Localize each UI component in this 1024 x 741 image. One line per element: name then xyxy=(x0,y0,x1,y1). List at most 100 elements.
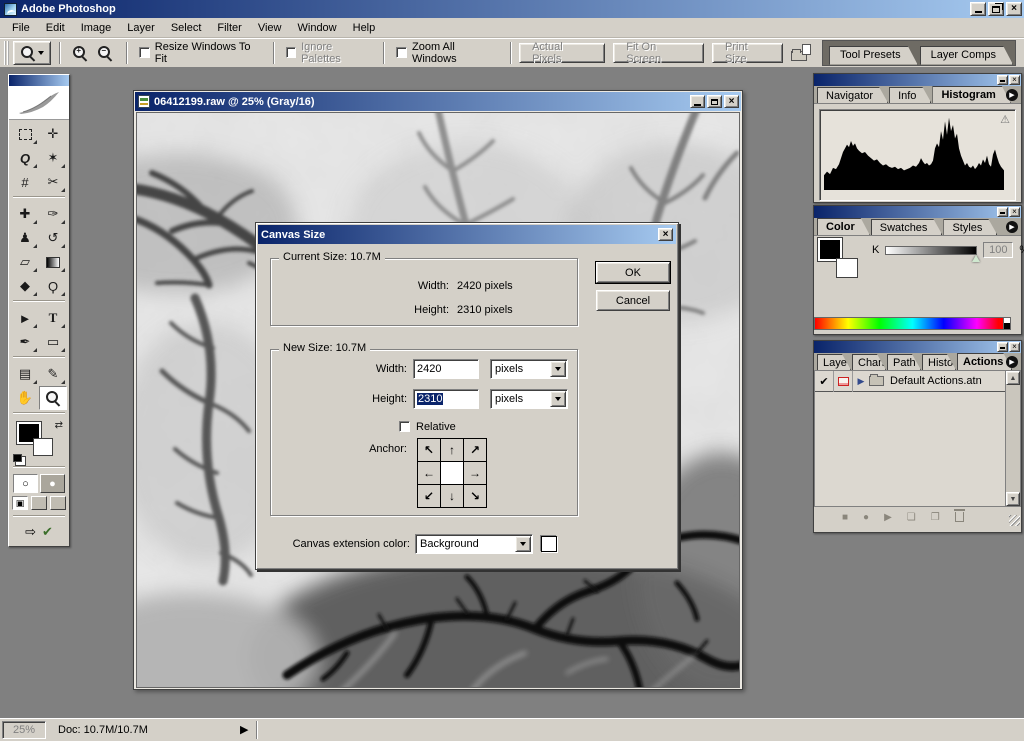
standard-screen-button[interactable]: ▣ xyxy=(12,496,28,510)
record-button[interactable]: ● xyxy=(863,512,869,523)
menu-select[interactable]: Select xyxy=(163,20,210,36)
tab-channels[interactable]: Chan xyxy=(852,354,886,370)
ok-button[interactable]: OK xyxy=(596,262,670,283)
tab-layer-comps[interactable]: Layer Comps xyxy=(920,46,1013,65)
cancel-button[interactable]: Cancel xyxy=(596,290,670,311)
palette-minimize-button[interactable] xyxy=(997,75,1008,85)
scroll-up-button[interactable]: ▲ xyxy=(1006,371,1020,385)
fullscreen-button[interactable] xyxy=(50,496,66,510)
document-titlebar[interactable]: 06412199.raw @ 25% (Gray/16) × xyxy=(135,92,741,111)
tool-magic-wand[interactable]: ✶ xyxy=(39,146,67,170)
delete-button[interactable] xyxy=(955,512,964,522)
minimize-button[interactable] xyxy=(970,2,986,16)
status-menu-arrow[interactable]: ▶ xyxy=(240,723,248,736)
palette-titlebar[interactable]: × xyxy=(814,74,1021,86)
zoom-all-windows-checkbox[interactable]: Zoom All Windows xyxy=(396,41,498,65)
quick-mask-mode-button[interactable]: ● xyxy=(40,474,65,493)
action-set-row[interactable]: ✔ ▶ Default Actions.atn xyxy=(815,371,1005,392)
doc-close-button[interactable]: × xyxy=(724,95,739,108)
dropdown-arrow-button[interactable] xyxy=(550,391,566,407)
palette-titlebar[interactable]: × xyxy=(814,206,1021,218)
tool-preset-picker[interactable] xyxy=(13,41,51,65)
warning-icon[interactable]: ⚠ xyxy=(1000,113,1010,126)
palette-minimize-button[interactable] xyxy=(997,207,1008,217)
palette-menu-button[interactable]: ▶ xyxy=(1006,356,1018,368)
tool-healing-brush[interactable]: ✚ xyxy=(11,202,39,226)
dropdown-arrow-button[interactable] xyxy=(550,361,566,377)
tab-tool-presets[interactable]: Tool Presets xyxy=(829,46,918,65)
tool-type[interactable]: T xyxy=(39,306,67,330)
anchor-center[interactable] xyxy=(441,462,464,485)
swap-colors-icon[interactable]: ⇄ xyxy=(55,420,63,431)
menu-filter[interactable]: Filter xyxy=(209,20,249,36)
restore-button[interactable] xyxy=(988,2,1004,16)
tab-histogram[interactable]: Histogram xyxy=(932,86,1010,103)
width-unit-dropdown[interactable]: pixels xyxy=(490,359,568,379)
tool-move[interactable]: ✛ xyxy=(39,122,67,146)
anchor-bottom-right[interactable]: ↘ xyxy=(464,485,487,508)
anchor-top-left[interactable]: ↖ xyxy=(418,439,441,462)
anchor-right[interactable]: → xyxy=(464,462,487,485)
tool-pen[interactable]: ✒ xyxy=(11,330,39,354)
actions-scrollbar[interactable]: ▲ ▼ xyxy=(1005,371,1020,506)
close-button[interactable]: × xyxy=(1006,2,1022,16)
k-slider[interactable] xyxy=(885,246,977,255)
tool-rect-marquee[interactable] xyxy=(11,122,39,146)
menu-image[interactable]: Image xyxy=(73,20,120,36)
k-value-field[interactable]: 100 xyxy=(983,242,1013,258)
default-colors-icon[interactable] xyxy=(13,454,22,462)
height-unit-dropdown[interactable]: pixels xyxy=(490,389,568,409)
tool-path-select[interactable]: ► xyxy=(11,306,39,330)
anchor-left[interactable]: ← xyxy=(418,462,441,485)
toggle-dialog-checkbox[interactable] xyxy=(834,371,853,392)
stop-button[interactable]: ■ xyxy=(842,512,848,523)
tab-info[interactable]: Info xyxy=(889,87,931,103)
file-browser-icon[interactable] xyxy=(791,44,812,62)
palette-titlebar[interactable]: × xyxy=(814,341,1021,353)
tool-zoom[interactable] xyxy=(39,386,67,410)
palette-close-button[interactable]: × xyxy=(1009,75,1020,85)
menu-window[interactable]: Window xyxy=(290,20,345,36)
anchor-top[interactable]: ↑ xyxy=(441,439,464,462)
tool-crop[interactable]: # xyxy=(11,170,39,194)
new-set-button[interactable]: ❏ xyxy=(907,512,916,523)
new-height-input[interactable]: 2310 xyxy=(413,389,479,409)
background-color-swatch[interactable] xyxy=(836,258,858,278)
play-button[interactable]: ▶ xyxy=(884,512,892,523)
menu-view[interactable]: View xyxy=(250,20,290,36)
color-ramp[interactable] xyxy=(814,317,1011,330)
tab-swatches[interactable]: Swatches xyxy=(871,219,943,235)
tab-navigator[interactable]: Navigator xyxy=(817,87,888,103)
tool-eraser[interactable]: ▱ xyxy=(11,250,39,274)
options-bar-grip[interactable] xyxy=(4,41,9,65)
anchor-bottom[interactable]: ↓ xyxy=(441,485,464,508)
resize-windows-checkbox[interactable]: Resize Windows To Fit xyxy=(139,41,260,65)
dialog-titlebar[interactable]: Canvas Size × xyxy=(258,225,676,244)
new-width-input[interactable]: 2420 xyxy=(413,359,479,379)
jump-to-imageready-icon[interactable]: ⇨ xyxy=(25,524,36,540)
relative-checkbox[interactable]: Relative xyxy=(399,416,456,437)
expand-triangle-icon[interactable]: ▶ xyxy=(853,376,869,387)
k-slider-thumb[interactable] xyxy=(972,255,980,262)
toggle-item-on-checkbox[interactable]: ✔ xyxy=(815,371,834,392)
menu-help[interactable]: Help xyxy=(345,20,384,36)
tab-paths[interactable]: Path xyxy=(887,354,921,370)
tool-gradient[interactable] xyxy=(39,250,67,274)
menu-layer[interactable]: Layer xyxy=(119,20,163,36)
tool-history-brush[interactable]: ↺ xyxy=(39,226,67,250)
palette-minimize-button[interactable] xyxy=(997,342,1008,352)
extension-color-swatch[interactable] xyxy=(541,536,557,552)
palette-close-button[interactable]: × xyxy=(1009,207,1020,217)
anchor-bottom-left[interactable]: ↙ xyxy=(418,485,441,508)
tab-layers[interactable]: Laye xyxy=(817,354,851,370)
tool-shape[interactable]: ▭ xyxy=(39,330,67,354)
palette-menu-button[interactable]: ▶ xyxy=(1006,89,1018,101)
black-swatch[interactable] xyxy=(1003,323,1010,329)
doc-minimize-button[interactable] xyxy=(690,95,705,108)
dropdown-arrow-button[interactable] xyxy=(515,536,531,552)
tab-color[interactable]: Color xyxy=(817,218,870,235)
fullscreen-menubar-button[interactable] xyxy=(31,496,47,510)
extension-color-dropdown[interactable]: Background xyxy=(415,534,533,554)
tab-history[interactable]: Histo xyxy=(922,354,956,370)
scroll-down-button[interactable]: ▼ xyxy=(1006,492,1020,506)
